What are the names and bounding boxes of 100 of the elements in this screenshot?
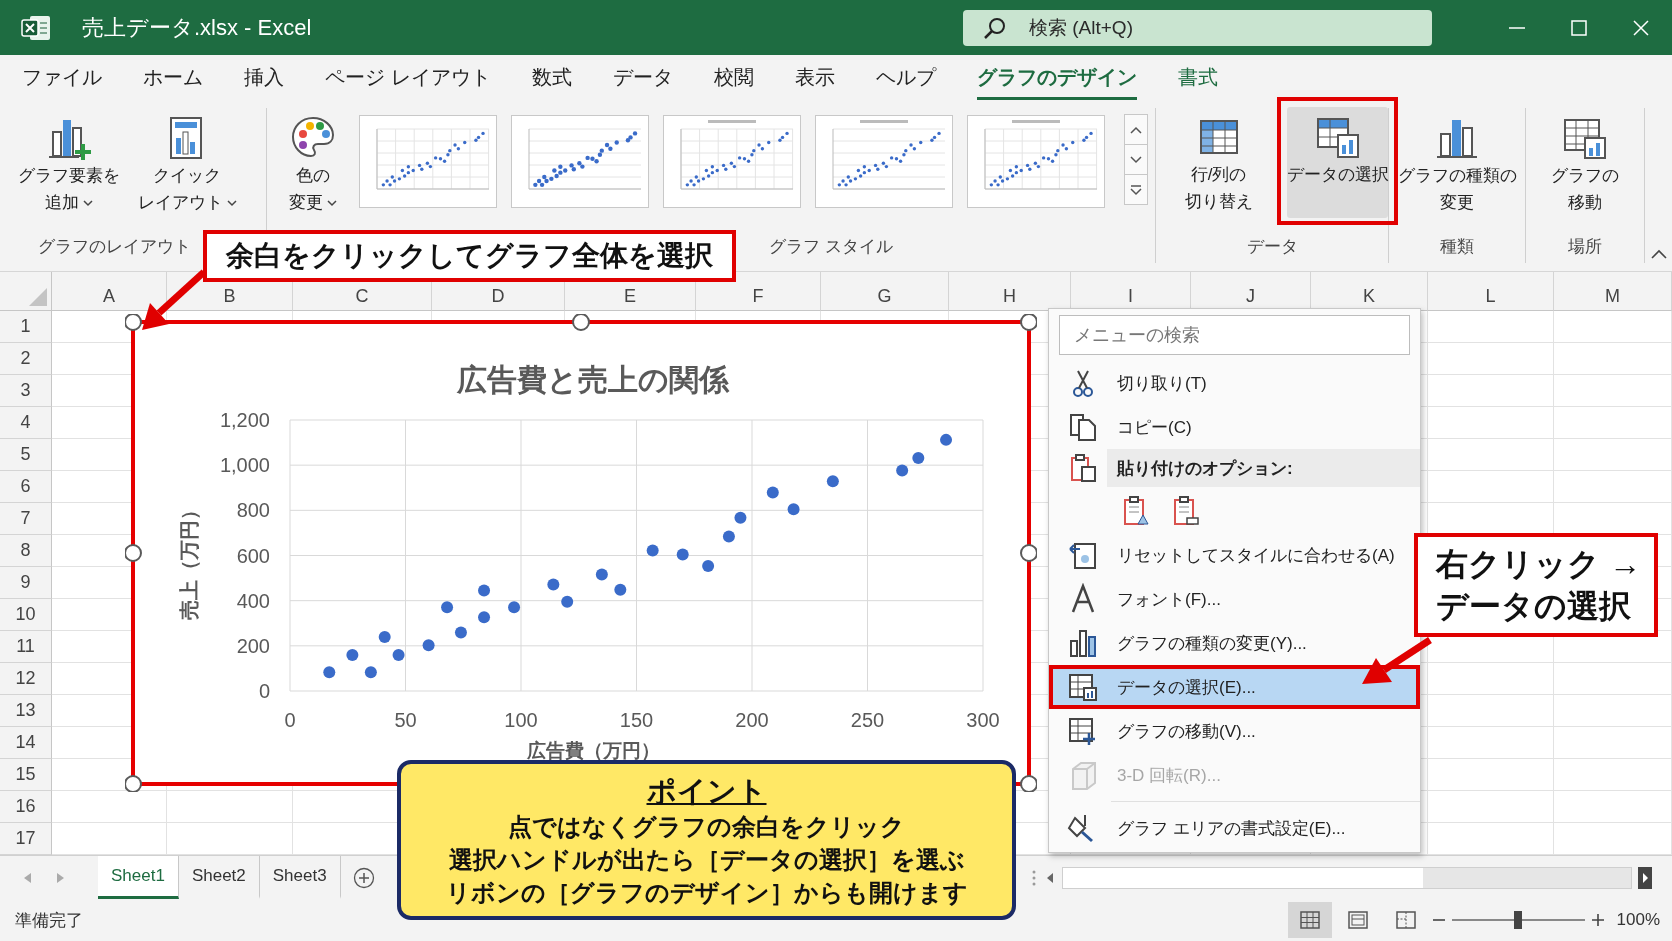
row-header[interactable]: 7 (0, 503, 52, 535)
ribbon-tab[interactable]: 数式 (531, 55, 572, 100)
data-point[interactable] (787, 503, 800, 516)
ribbon-tab[interactable]: 挿入 (244, 55, 284, 100)
data-point[interactable] (478, 611, 491, 624)
data-point[interactable] (323, 666, 336, 679)
chart-style-thumbnail[interactable] (359, 115, 497, 208)
selection-handle[interactable] (125, 544, 142, 562)
ribbon-button[interactable]: 行/列の 切り替え (1170, 107, 1267, 219)
row-header[interactable]: 17 (0, 823, 52, 855)
column-header[interactable]: I (1071, 272, 1191, 311)
menu-item[interactable]: リセットしてスタイルに合わせる(A) (1053, 537, 1416, 573)
data-point[interactable] (441, 601, 454, 614)
row-header[interactable]: 6 (0, 471, 52, 503)
selection-handle[interactable] (572, 314, 590, 331)
data-point[interactable] (561, 595, 574, 608)
selection-handle[interactable] (125, 775, 142, 792)
ribbon-tab[interactable]: 校閲 (713, 55, 754, 100)
data-point[interactable] (392, 649, 405, 662)
row-header[interactable]: 12 (0, 663, 52, 695)
selection-handle[interactable] (1020, 314, 1037, 331)
row-header[interactable]: 14 (0, 727, 52, 759)
row-header[interactable]: 9 (0, 567, 52, 599)
zoom-level[interactable]: 100% (1616, 910, 1660, 930)
horizontal-scrollbar[interactable] (1062, 866, 1632, 889)
selection-handle[interactable] (1020, 775, 1037, 792)
column-header[interactable]: H (949, 272, 1071, 311)
ribbon-button[interactable]: グラフの 移動 (1530, 108, 1640, 220)
row-header[interactable]: 15 (0, 759, 52, 791)
menu-item[interactable]: グラフの種類の変更(Y)... (1053, 625, 1416, 661)
data-point[interactable] (896, 464, 909, 477)
data-point[interactable] (766, 486, 779, 499)
data-point[interactable] (940, 433, 953, 446)
ribbon-tab[interactable]: ヘルプ (875, 55, 936, 100)
more-button[interactable] (1124, 174, 1148, 205)
menu-item[interactable]: コピー(C) (1053, 409, 1416, 445)
slider-thumb[interactable] (1514, 911, 1522, 929)
ribbon-tab[interactable]: データ (612, 55, 673, 100)
ribbon-tab[interactable]: ホーム (143, 55, 203, 100)
sheet-tab[interactable]: Sheet1 (98, 856, 179, 899)
row-header[interactable]: 11 (0, 631, 52, 663)
row-header[interactable]: 13 (0, 695, 52, 727)
column-header[interactable]: G (821, 272, 949, 311)
data-point[interactable] (508, 601, 521, 614)
scroll-right-button[interactable] (1638, 866, 1652, 889)
ribbon-tab[interactable]: 書式 (1177, 55, 1218, 100)
row-header[interactable]: 3 (0, 375, 52, 407)
ribbon-tab[interactable]: 表示 (794, 55, 835, 100)
data-point[interactable] (614, 583, 627, 596)
zoom-in-button[interactable] (1590, 913, 1605, 927)
data-point[interactable] (722, 530, 735, 543)
ribbon-button[interactable]: 色の 変更 (267, 108, 359, 220)
selection-handle[interactable] (125, 314, 142, 331)
ribbon-button[interactable]: グラフ要素を 追加 (10, 108, 128, 220)
data-point[interactable] (346, 649, 359, 662)
data-point[interactable] (454, 626, 467, 639)
ribbon-button[interactable]: データの選択 (1287, 107, 1388, 218)
ribbon-tab[interactable]: ファイル (22, 55, 102, 100)
column-header[interactable]: J (1191, 272, 1311, 311)
chart-style-thumbnail[interactable] (967, 115, 1105, 208)
clipboard-icon[interactable] (1171, 494, 1199, 526)
menu-search-field[interactable]: メニューの検索 (1059, 315, 1410, 355)
column-header[interactable]: K (1311, 272, 1428, 311)
menu-item[interactable]: フォント(F)... (1053, 581, 1416, 617)
data-point[interactable] (378, 631, 391, 644)
ribbon-button[interactable]: グラフの種類の 変更 (1389, 108, 1525, 220)
row-header[interactable]: 10 (0, 599, 52, 631)
column-header[interactable]: L (1428, 272, 1554, 311)
data-point[interactable] (912, 451, 925, 464)
row-header[interactable]: 4 (0, 407, 52, 439)
view-button[interactable] (1287, 902, 1332, 938)
chart-style-thumbnail[interactable] (815, 115, 953, 208)
menu-item[interactable]: グラフの移動(V)... (1053, 713, 1416, 749)
data-point[interactable] (702, 559, 715, 572)
column-header[interactable]: F (696, 272, 821, 311)
row-header[interactable]: 16 (0, 791, 52, 823)
search-field[interactable]: 検索 (Alt+Q) (963, 9, 1432, 46)
column-header[interactable]: A (52, 272, 167, 311)
clipboard-icon[interactable] (1121, 494, 1149, 526)
menu-item[interactable]: グラフ エリアの書式設定(E)... (1053, 810, 1416, 846)
data-point[interactable] (595, 568, 608, 581)
data-point[interactable] (676, 548, 689, 561)
chart-style-thumbnail[interactable] (663, 115, 801, 208)
menu-item[interactable]: データの選択(E)... (1053, 669, 1416, 705)
data-point[interactable] (422, 639, 435, 652)
ribbon-tab[interactable]: ページ レイアウト (325, 55, 491, 100)
ribbon-button[interactable]: クイック レイアウト (128, 108, 246, 220)
data-point[interactable] (364, 666, 377, 679)
row-header[interactable]: 5 (0, 439, 52, 471)
data-point[interactable] (826, 475, 839, 488)
row-header[interactable]: 8 (0, 535, 52, 567)
data-point[interactable] (734, 511, 747, 524)
column-header[interactable]: M (1554, 272, 1672, 311)
data-point[interactable] (547, 578, 560, 591)
row-header[interactable]: 1 (0, 311, 52, 343)
chart-style-thumbnail[interactable] (511, 115, 649, 208)
row-header[interactable]: 2 (0, 343, 52, 375)
data-point[interactable] (646, 544, 659, 557)
scrollbar-thumb[interactable] (1063, 867, 1423, 888)
selection-handle[interactable] (1020, 544, 1037, 562)
